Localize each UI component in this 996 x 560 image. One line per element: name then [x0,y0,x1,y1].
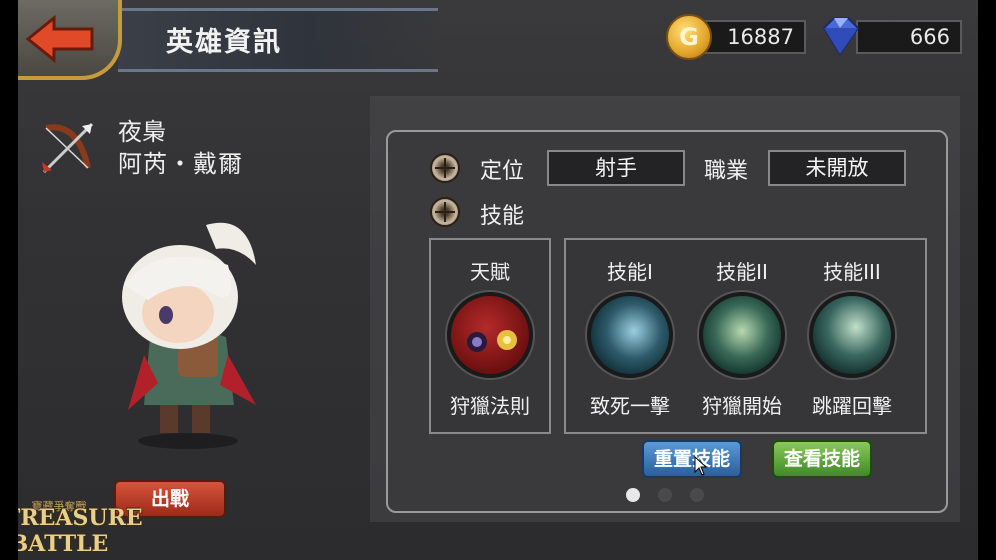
game-screen: 英雄資訊 16887 G 666 夜梟 阿芮・戴爾 出戰 寶藏爭奪戰 REASU… [18,0,978,560]
skill-2-header: 技能II [716,260,768,284]
skill-2-icon[interactable] [699,292,785,378]
talent-icon[interactable] [447,292,533,378]
hero-name: 阿芮・戴爾 [118,150,243,178]
skill-2-name: 狩獵開始 [702,394,782,418]
role-label: 定位 [480,159,525,184]
skill-3-header: 技能III [823,260,881,284]
back-arrow-icon [25,14,94,64]
page-dot-2[interactable] [658,488,672,502]
skill-1-name: 致死一擊 [590,394,670,418]
page-dot-3[interactable] [690,488,704,502]
coin-glyph: G [679,23,699,51]
skill-3-name: 跳躍回擊 [812,394,892,418]
skill-3-icon[interactable] [809,292,895,378]
skills-label: 技能 [480,204,525,229]
bow-icon [42,122,94,174]
skills-bullet-icon [430,197,460,227]
talent-header: 天賦 [470,260,510,284]
skill-1-header: 技能I [607,260,653,284]
gem-amount: 666 [856,20,962,54]
reset-skills-button[interactable]: 重置技能 [642,440,742,478]
page-dot-1[interactable] [626,488,640,502]
page-title: 英雄資訊 [166,27,282,58]
diamond-icon [822,17,860,56]
role-value: 射手 [547,150,685,186]
view-skills-button[interactable]: 查看技能 [772,440,872,478]
logo-line1: TREASURE [18,505,143,531]
gold-coin-icon: G [666,14,712,60]
skill-1-icon[interactable] [587,292,673,378]
role-bullet-icon [430,153,460,183]
hero-character [122,222,256,449]
talent-name: 狩獵法則 [450,394,530,418]
back-button[interactable] [18,0,122,80]
logo-line2: BATTLE [18,531,109,557]
talent-emblem-icon [467,330,517,352]
hero-title: 夜梟 [118,118,166,146]
mouse-cursor-icon [694,456,708,476]
gold-amount: 16887 [702,20,806,54]
job-label: 職業 [704,159,749,184]
job-value: 未開放 [768,150,906,186]
game-logo: TREASURE BATTLE [18,505,143,557]
